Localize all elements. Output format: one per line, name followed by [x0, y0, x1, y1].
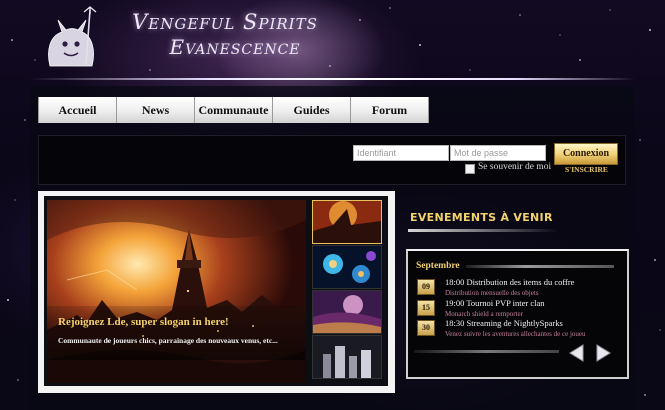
event-date-badge: 15 [417, 300, 435, 316]
site-title-line2: Evanescence [169, 35, 301, 59]
fiery-city-thumbnail[interactable] [313, 201, 381, 243]
events-scroll-track [414, 350, 559, 353]
blue-flowers-thumbnail[interactable] [313, 246, 381, 288]
nav-item-accueil[interactable]: Accueil [38, 97, 117, 123]
main-navigation: Accueil News Communaute Guides Forum [38, 97, 429, 123]
event-title[interactable]: 18:30 Streaming de NightlySparks [445, 318, 563, 328]
password-input[interactable] [450, 145, 546, 161]
event-subtitle: Distribution mensuelle des objets [445, 289, 539, 297]
night-city-thumbnail[interactable] [313, 336, 381, 378]
site-title-line1: Vengeful Spirits [132, 10, 318, 34]
devil-logo-icon [48, 6, 97, 67]
username-input[interactable] [353, 145, 449, 161]
events-heading-underline [408, 229, 558, 232]
nav-item-communaute[interactable]: Communaute [195, 97, 273, 123]
slider-caption-text: Communaute de joueurs chics, parrainage … [58, 336, 278, 345]
nav-item-guides[interactable]: Guides [273, 97, 351, 123]
arrow-left-icon[interactable] [567, 343, 587, 363]
events-month: Septembre [416, 261, 460, 271]
fantasy-landscape-thumbnail[interactable] [313, 291, 381, 333]
events-heading: EVENEMENTS À VENIR [410, 211, 553, 224]
event-date-badge: 09 [417, 279, 435, 295]
nav-item-forum[interactable]: Forum [351, 97, 429, 123]
arrow-right-icon[interactable] [593, 343, 613, 363]
login-button[interactable]: Connexion [554, 143, 618, 165]
event-title[interactable]: 18:00 Distribution des items du coffre [445, 277, 574, 287]
register-link[interactable]: S'INSCRIRE [565, 165, 608, 174]
nav-item-news[interactable]: News [117, 97, 195, 123]
remember-me-checkbox[interactable] [465, 164, 475, 174]
header-divider [30, 78, 635, 80]
site-title: Vengeful Spirits Evanescence [120, 10, 330, 60]
slider-caption-overlay [47, 306, 306, 360]
event-subtitle: Monarch shield a remporter [445, 310, 523, 318]
slider-caption-title: Rejoignez Lde, super slogan in here! [58, 316, 229, 328]
event-subtitle: Venez suivre les aventures allechantes d… [445, 330, 586, 338]
event-title[interactable]: 19:00 Tournoi PVP inter clan [445, 298, 545, 308]
events-month-divider [466, 265, 614, 268]
event-date-badge: 30 [417, 320, 435, 336]
remember-me-label: Se souvenir de moi [478, 162, 552, 172]
